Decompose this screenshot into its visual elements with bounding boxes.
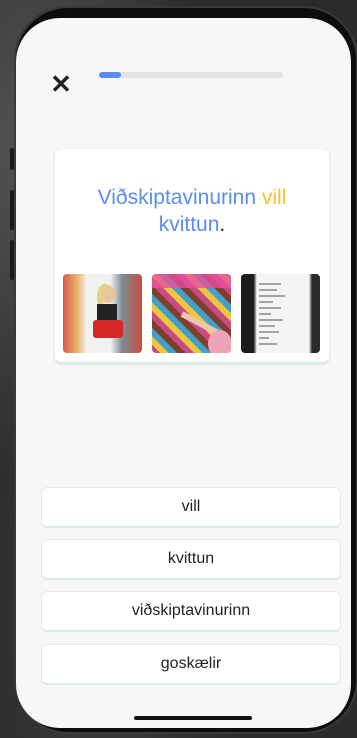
progress-bar <box>99 72 283 78</box>
prompt-word: Viðskiptavinurinn <box>97 186 257 209</box>
image-receipt <box>241 274 320 353</box>
answer-option-vill[interactable]: vill <box>41 487 341 528</box>
progress-fill <box>99 72 122 78</box>
home-indicator[interactable] <box>134 716 252 720</box>
app-screen: ✕ Viðskiptavinurinn vill kvittun. vill k… <box>16 18 351 728</box>
prompt-punctuation: . <box>219 213 226 236</box>
side-button <box>10 190 14 230</box>
prompt-sentence: Viðskiptavinurinn vill kvittun. <box>65 184 319 238</box>
answer-option-vidskiptavinurinn[interactable]: viðskiptavinurinn <box>41 591 341 632</box>
answer-option-goskaelir[interactable]: goskælir <box>41 644 341 685</box>
side-button <box>10 148 14 170</box>
prompt-highlighted-word: vill <box>261 186 287 209</box>
image-candy-shelf <box>152 274 231 353</box>
prompt-word: kvittun <box>158 213 220 236</box>
image-shopper-with-basket <box>63 274 142 353</box>
answer-option-kvittun[interactable]: kvittun <box>41 539 341 580</box>
prompt-card: Viðskiptavinurinn vill kvittun. <box>54 148 330 364</box>
side-button <box>10 240 14 280</box>
close-icon[interactable]: ✕ <box>50 71 72 97</box>
